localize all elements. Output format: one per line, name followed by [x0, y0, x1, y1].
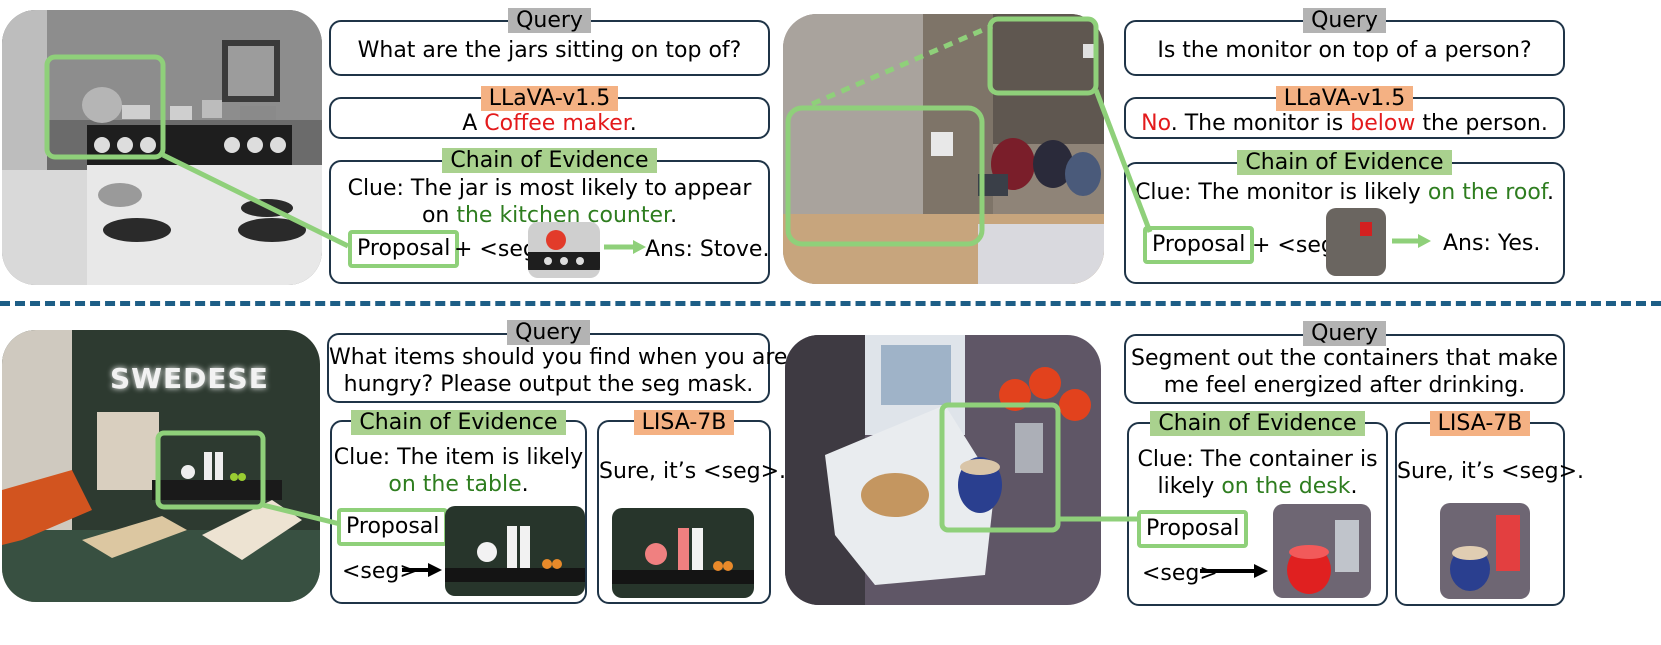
query-tag: Query — [329, 8, 770, 34]
coe-tag: Chain of Evidence — [329, 148, 770, 174]
monitor-highlight-box — [987, 16, 1099, 96]
seg-arrow-head — [1254, 564, 1268, 578]
coe-tag: Chain of Evidence — [1124, 150, 1565, 176]
answer-arrow-head — [633, 240, 646, 254]
query-tag: Query — [1124, 321, 1565, 347]
model-tag: LISA-7B — [1395, 411, 1565, 437]
query-tag: Query — [1124, 8, 1565, 34]
table-connector-line — [262, 502, 341, 527]
jar-connector-line — [161, 152, 350, 249]
coe-tag: Chain of Evidence — [330, 410, 587, 436]
query-tag: Query — [327, 320, 770, 346]
model-tag: LISA-7B — [597, 410, 771, 436]
answer-arrow-head — [1418, 234, 1431, 248]
desk-highlight-box — [939, 402, 1061, 533]
model-tag: LLaVA-v1.5 — [329, 86, 770, 112]
seg-arrow-head — [428, 563, 442, 577]
zoom-highlight-box — [785, 105, 985, 247]
table-highlight-box — [155, 430, 266, 510]
jar-highlight-box — [44, 54, 166, 160]
coe-tag: Chain of Evidence — [1127, 411, 1388, 437]
model-tag: LLaVA-v1.5 — [1124, 86, 1565, 112]
zoom-connector-line — [811, 23, 993, 107]
